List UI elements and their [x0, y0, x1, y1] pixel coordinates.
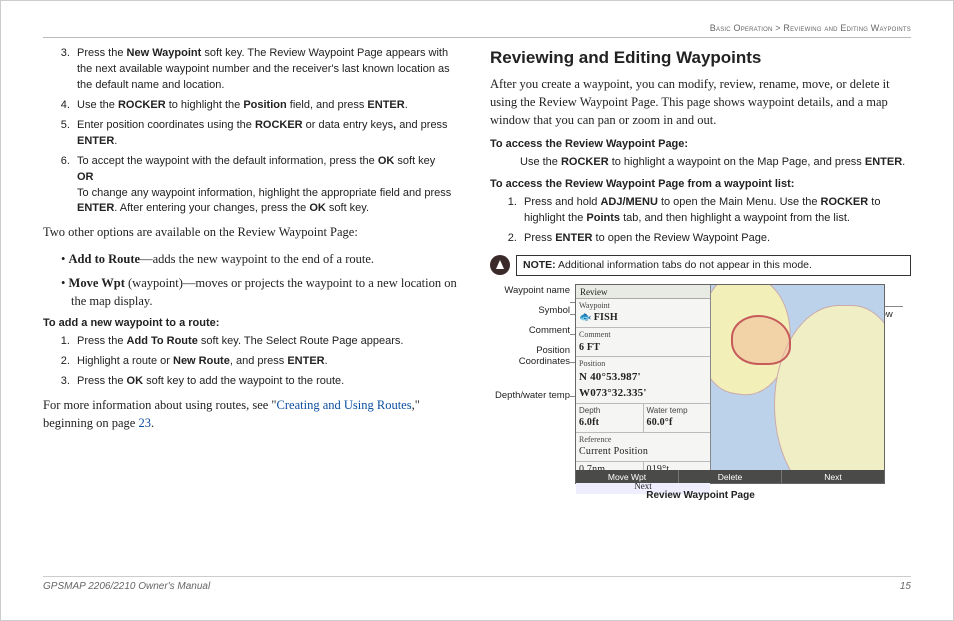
review-waypoint-figure: Waypoint name Symbol Comment Position Co… — [490, 284, 911, 509]
device-left-pane: Review Waypoint 🐟 FISH Comment 6 FT — [576, 285, 711, 483]
breadcrumb-section: Basic Operation — [710, 23, 773, 33]
list-step-2: Press ENTER to open the Review Waypoint … — [520, 231, 911, 247]
field-value-waypoint: 🐟 FISH — [579, 311, 707, 326]
field-value-comment: 6 FT — [579, 341, 707, 356]
add-step-3: Press the OK soft key to add the waypoin… — [73, 374, 464, 390]
manual-title: GPSMAP 2206/2210 Owner's Manual — [43, 581, 210, 592]
figure-labels-left: Waypoint name Symbol Comment Position Co… — [490, 286, 570, 412]
figure-caption: Review Waypoint Page — [490, 489, 911, 504]
label-comment: Comment — [490, 326, 570, 337]
subhead-access-from-list: To access the Review Waypoint Page from … — [490, 177, 911, 193]
right-column: Reviewing and Editing Waypoints After yo… — [490, 46, 911, 572]
subhead-access-review: To access the Review Waypoint Page: — [490, 137, 911, 153]
device-map-window — [711, 285, 884, 483]
softkey-delete: Delete — [679, 470, 782, 483]
page-number: 15 — [900, 581, 911, 592]
note-box: NOTE: Additional information tabs do not… — [490, 255, 911, 276]
option-add-to-route: Add to Route—adds the new waypoint to th… — [61, 250, 464, 268]
option-list: Add to Route—adds the new waypoint to th… — [61, 250, 464, 310]
subhead-add-to-route: To add a new waypoint to a route: — [43, 316, 464, 332]
add-to-route-steps: Press the Add To Route soft key. The Sel… — [73, 334, 464, 390]
list-step-1: Press and hold ADJ/MENU to open the Main… — [520, 195, 911, 227]
header-rule — [43, 37, 911, 38]
device-screenshot: Review Waypoint 🐟 FISH Comment 6 FT — [575, 284, 885, 484]
label-waypoint-name: Waypoint name — [490, 286, 570, 297]
link-creating-routes[interactable]: Creating and Using Routes — [277, 398, 412, 412]
step-6: To accept the waypoint with the default … — [73, 154, 464, 218]
two-options-intro: Two other options are available on the R… — [43, 223, 464, 241]
page-footer: GPSMAP 2206/2210 Owner's Manual 15 — [43, 576, 911, 592]
field-value-water-temp: 60.0°f — [647, 416, 708, 431]
step-4: Use the ROCKER to highlight the Position… — [73, 98, 464, 114]
access-from-list-steps: Press and hold ADJ/MENU to open the Main… — [520, 195, 911, 247]
field-label-waypoint: Waypoint — [579, 300, 707, 312]
breadcrumb: Basic Operation > Reviewing and Editing … — [43, 23, 911, 33]
more-info: For more information about using routes,… — [43, 396, 464, 432]
device-softkeys: Move Wpt Delete Next — [576, 470, 884, 483]
step-5: Enter position coordinates using the ROC… — [73, 118, 464, 150]
note-icon — [490, 255, 510, 275]
left-column: Press the New Waypoint soft key. The Rev… — [43, 46, 464, 572]
device-tab-review: Review — [576, 285, 710, 299]
field-value-depth: 6.0ft — [579, 416, 640, 431]
create-waypoint-steps: Press the New Waypoint soft key. The Rev… — [73, 46, 464, 217]
add-step-1: Press the Add To Route soft key. The Sel… — [73, 334, 464, 350]
field-value-reference: Current Position — [579, 445, 707, 460]
section-heading: Reviewing and Editing Waypoints — [490, 46, 911, 71]
softkey-next: Next — [782, 470, 884, 483]
label-depth-temp: Depth/water temp — [490, 391, 570, 402]
step-3: Press the New Waypoint soft key. The Rev… — [73, 46, 464, 94]
label-symbol: Symbol — [490, 306, 570, 317]
field-label-water-temp: Water temp — [647, 405, 708, 417]
field-label-position: Position — [579, 358, 707, 370]
note-text: NOTE: Additional information tabs do not… — [516, 255, 911, 276]
label-position: Position Coordinates — [490, 346, 570, 368]
field-label-comment: Comment — [579, 329, 707, 341]
option-move-wpt: Move Wpt (waypoint)—moves or projects th… — [61, 274, 464, 310]
breadcrumb-page: Reviewing and Editing Waypoints — [783, 23, 911, 33]
access-review-text: Use the ROCKER to highlight a waypoint o… — [520, 155, 911, 171]
leader-line — [885, 306, 903, 307]
field-label-reference: Reference — [579, 434, 707, 446]
link-page-23[interactable]: 23 — [138, 416, 151, 430]
section-intro: After you create a waypoint, you can mod… — [490, 75, 911, 129]
field-label-depth: Depth — [579, 405, 640, 417]
field-value-position: N 40°53.987' W073°32.335' — [579, 370, 707, 402]
add-step-2: Highlight a route or New Route, and pres… — [73, 354, 464, 370]
fish-icon: 🐟 — [579, 311, 591, 326]
softkey-move-wpt: Move Wpt — [576, 470, 679, 483]
